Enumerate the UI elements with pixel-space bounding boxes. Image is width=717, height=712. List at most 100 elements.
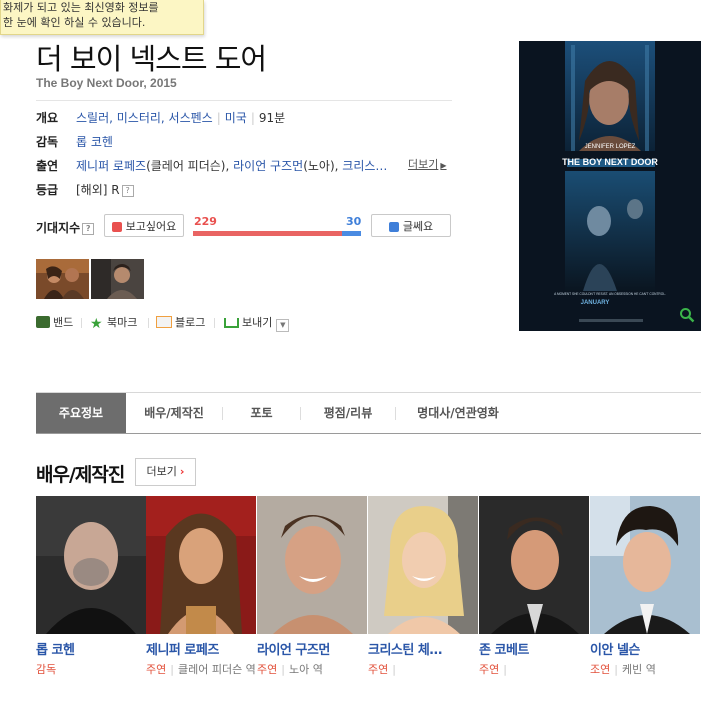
cast-photo[interactable]	[36, 496, 146, 634]
cast-photo[interactable]	[368, 496, 478, 634]
cast-type: 주연	[146, 663, 167, 676]
cast-more-label: 더보기	[408, 158, 439, 171]
divider	[214, 318, 215, 328]
rating-label: 등급	[36, 183, 59, 197]
cast-role-1: (클레어 피더슨),	[146, 159, 230, 173]
tab-bar: 주요정보 배우/제작진 포토 평점/리뷰 명대사/연관영화	[36, 392, 701, 434]
cast-type: 주연	[479, 663, 500, 676]
cast-role: 주연 | 노아 역	[257, 663, 323, 676]
blog-icon	[156, 316, 172, 328]
info-director-row: 감독 롭 코헨	[36, 133, 113, 151]
poster-release: JANUARY	[581, 300, 610, 306]
cast-type: 조연	[590, 663, 611, 676]
tab-photos[interactable]: 포토	[223, 393, 300, 433]
tab-cast-crew[interactable]: 배우/제작진	[126, 393, 222, 433]
cast-name[interactable]: 이안 넬슨	[590, 639, 700, 658]
country-link[interactable]: 미국	[225, 111, 247, 125]
want-label: 보고싶어요	[125, 220, 177, 233]
want-count: 229	[194, 215, 217, 228]
poster-title: THE BOY NEXT DOOR	[562, 157, 658, 167]
cast-card[interactable]: 크리스틴 체… 주연 |	[368, 496, 478, 678]
nowant-count: 30	[346, 215, 362, 228]
bookmark-label: 북마크	[107, 316, 138, 329]
cast-link-1[interactable]: 제니퍼 로페즈	[76, 159, 146, 173]
blog-label: 블로그	[175, 316, 206, 329]
tab-main-info[interactable]: 주요정보	[36, 393, 126, 433]
poster-tagline: A MOMENT SHE COULDN'T RESIST. AN OBSESSI…	[554, 292, 666, 296]
cast-role: 주연 |	[368, 663, 396, 676]
cast-photo[interactable]	[146, 496, 256, 634]
cast-more-button[interactable]: 더보기 ›	[135, 458, 196, 486]
send-label: 보내기	[242, 316, 273, 329]
cast-card[interactable]: 롭 코헨 감독	[36, 496, 146, 678]
expectation-label: 기대지수?	[36, 219, 95, 236]
movie-poster[interactable]: JENNIFER LOPEZ THE BOY NEXT DOOR A MOMEN…	[519, 41, 701, 331]
cast-role-2: (노아),	[303, 159, 339, 173]
cast-name[interactable]: 제니퍼 로페즈	[146, 639, 256, 658]
cast-link-2[interactable]: 라이언 구즈먼	[233, 159, 303, 173]
divider	[81, 318, 82, 328]
overview-label: 개요	[36, 111, 59, 125]
cast-name[interactable]: 롭 코헨	[36, 639, 146, 658]
director-label: 감독	[36, 135, 59, 149]
cast-card[interactable]: 라이언 구즈먼 주연 | 노아 역	[257, 496, 367, 678]
not-sure-button[interactable]: 글쎄요	[371, 214, 451, 237]
movie-title: 더 보이 넥스트 도어	[36, 42, 267, 76]
director-link[interactable]: 롭 코헨	[76, 135, 113, 149]
movie-subtitle: The Boy Next Door, 2015	[36, 76, 177, 90]
cast-name[interactable]: 크리스틴 체…	[368, 639, 478, 658]
info-cast-row: 출연 제니퍼 로페즈(클레어 피더슨), 라이언 구즈먼(노아), 크리스…	[36, 157, 402, 175]
band-label: 밴드	[53, 316, 74, 329]
bookmark-share[interactable]: ★ 북마크	[90, 316, 138, 331]
cast-card[interactable]: 이안 넬슨 조연 | 케빈 역	[590, 496, 700, 678]
help-icon[interactable]: ?	[121, 184, 134, 197]
genre-link[interactable]: 스릴러, 미스터리, 서스펜스	[76, 111, 213, 125]
tab-ratings-reviews[interactable]: 평점/리뷰	[301, 393, 395, 433]
blog-share[interactable]: 블로그	[156, 316, 205, 330]
expectation-bar	[193, 231, 361, 236]
chevron-right-icon: ▶	[440, 161, 447, 170]
divider	[36, 100, 452, 101]
cast-character: 케빈 역	[621, 663, 656, 676]
help-icon[interactable]: ?	[82, 222, 95, 235]
still-thumbnail-2[interactable]	[91, 259, 144, 299]
band-icon	[36, 316, 50, 328]
cast-photo[interactable]	[257, 496, 367, 634]
cast-card[interactable]: 존 코베트 주연 |	[479, 496, 589, 678]
cast-role: 주연 |	[479, 663, 507, 676]
cast-name[interactable]: 라이언 구즈먼	[257, 639, 367, 658]
dropdown-chevron-icon[interactable]: ▼	[276, 319, 290, 332]
chevron-right-icon: ›	[179, 465, 185, 478]
cast-label: 출연	[36, 159, 59, 173]
nowant-label: 글쎄요	[402, 220, 434, 233]
want-to-see-button[interactable]: 보고싶어요	[104, 214, 184, 237]
cast-more-button-label: 더보기	[146, 465, 177, 478]
cast-character: 노아 역	[288, 663, 323, 676]
notice-line-2: 한 눈에 확인 하실 수 있습니다.	[3, 16, 146, 29]
rating-value: [해외] R	[76, 183, 120, 197]
cast-more-link[interactable]: 더보기 ▶	[408, 156, 447, 172]
cast-name[interactable]: 존 코베트	[479, 639, 589, 658]
still-thumbnail-1[interactable]	[36, 259, 89, 299]
cast-role: 감독	[36, 661, 146, 678]
info-rating-row: 등급 [해외] R?	[36, 181, 134, 199]
band-share[interactable]: 밴드	[36, 316, 73, 330]
cast-photo[interactable]	[590, 496, 700, 634]
tab-quotes-related[interactable]: 명대사/연관영화	[396, 393, 520, 433]
cast-link-3[interactable]: 크리스…	[342, 159, 387, 173]
expectation-label-text: 기대지수	[36, 221, 81, 235]
divider	[148, 318, 149, 328]
expectation-bar-fill	[193, 231, 342, 236]
cast-type: 주연	[368, 663, 389, 676]
notice-banner: 화제가 되고 있는 최신영화 정보를 한 눈에 확인 하실 수 있습니다.	[0, 0, 204, 35]
send-share[interactable]: 보내기 ▼	[224, 316, 290, 332]
notice-line-1: 화제가 되고 있는 최신영화 정보를	[3, 1, 159, 14]
cast-card[interactable]: 제니퍼 로페즈 주연 | 클레어 피더슨 역	[146, 496, 256, 678]
cast-role: 조연 | 케빈 역	[590, 663, 656, 676]
send-icon	[224, 318, 239, 328]
zoom-search-icon[interactable]	[679, 307, 695, 323]
cast-type: 주연	[257, 663, 278, 676]
cast-character: 클레어 피더슨 역	[177, 663, 256, 676]
cast-type: 감독	[36, 663, 57, 676]
cast-photo[interactable]	[479, 496, 589, 634]
